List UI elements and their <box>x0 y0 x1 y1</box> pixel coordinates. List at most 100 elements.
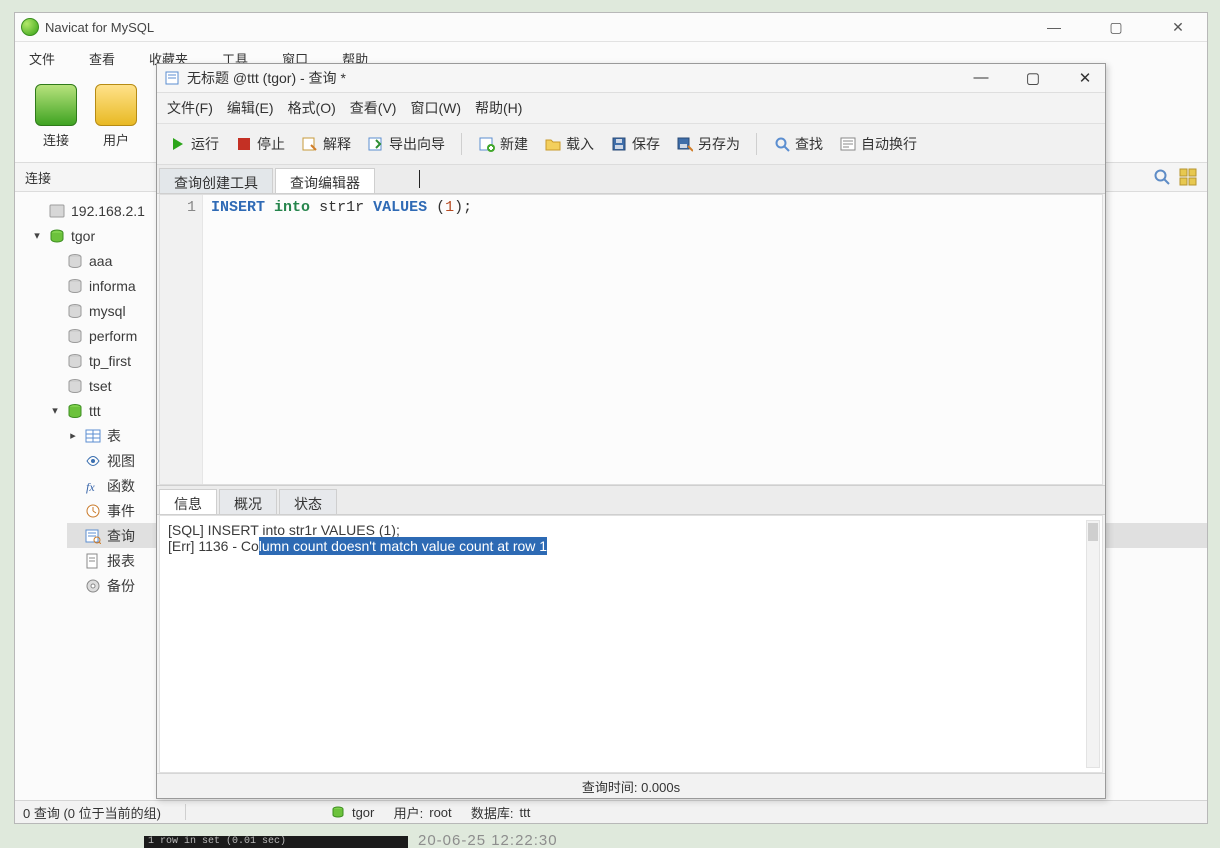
function-icon: fx <box>85 478 101 494</box>
status-db: ttt <box>520 805 531 820</box>
svg-text:fx: fx <box>86 480 95 494</box>
db-label: informa <box>89 278 136 294</box>
search-icon <box>773 135 791 153</box>
sql-editor[interactable]: 1 INSERT into str1r VALUES (1); <box>159 194 1103 485</box>
database-icon <box>67 303 83 319</box>
db-label: ttt <box>89 403 101 419</box>
run-button[interactable]: 运行 <box>165 132 223 156</box>
expander-icon[interactable]: ▾ <box>49 404 61 417</box>
scrollbar-thumb[interactable] <box>1088 523 1098 541</box>
child-menu-help[interactable]: 帮助(H) <box>475 98 522 118</box>
child-title-text: 无标题 @ttt (tgor) - 查询 * <box>187 68 969 88</box>
expander-icon[interactable]: ▸ <box>67 429 79 442</box>
reports-label: 报表 <box>107 551 135 571</box>
child-menu-format[interactable]: 格式(O) <box>288 98 336 118</box>
result-area: 信息 概况 状态 [SQL] INSERT into str1r VALUES … <box>157 485 1105 773</box>
tab-query-builder[interactable]: 查询创建工具 <box>159 168 273 193</box>
stop-button[interactable]: 停止 <box>231 132 289 156</box>
query-window: 无标题 @ttt (tgor) - 查询 * — ▢ ✕ 文件(F) 编辑(E)… <box>156 63 1106 799</box>
connection-label: 连接 <box>43 130 69 149</box>
result-tabs: 信息 概况 状态 <box>157 485 1105 515</box>
backup-icon <box>85 578 101 594</box>
save-button[interactable]: 保存 <box>606 132 664 156</box>
events-label: 事件 <box>107 501 135 521</box>
query-window-icon <box>165 70 181 86</box>
status-server: tgor <box>352 805 374 820</box>
child-maximize-button[interactable]: ▢ <box>1021 69 1045 87</box>
db-label: tp_first <box>89 353 131 369</box>
status-bar: 0 查询 (0 位于当前的组) tgor 用户: root 数据库: ttt <box>15 800 1207 823</box>
play-icon <box>169 135 187 153</box>
maximize-button[interactable]: ▢ <box>1097 19 1135 36</box>
app-icon <box>21 18 39 36</box>
result-tab-status[interactable]: 状态 <box>279 489 337 514</box>
table-icon <box>85 428 101 444</box>
title-bar: Navicat for MySQL — ▢ ✕ <box>15 13 1207 42</box>
export-icon <box>367 135 385 153</box>
user-label: 用户 <box>103 130 129 149</box>
result-scrollbar[interactable] <box>1086 520 1100 768</box>
panel-label: 连接 <box>25 168 51 187</box>
explain-icon <box>301 135 319 153</box>
tables-label: 表 <box>107 426 121 446</box>
tab-query-editor[interactable]: 查询编辑器 <box>275 168 375 193</box>
child-close-button[interactable]: ✕ <box>1073 69 1097 87</box>
close-button[interactable]: ✕ <box>1159 19 1197 36</box>
server-active-icon <box>330 804 346 820</box>
host-label: 192.168.2.1 <box>71 203 145 219</box>
child-status-bar: 查询时间: 0.000s <box>157 773 1105 798</box>
export-button[interactable]: 导出向导 <box>363 132 449 156</box>
load-button[interactable]: 载入 <box>540 132 598 156</box>
backups-label: 备份 <box>107 576 135 596</box>
database-icon <box>67 328 83 344</box>
editor-content[interactable]: INSERT into str1r VALUES (1); <box>203 195 480 484</box>
find-button[interactable]: 查找 <box>769 132 827 156</box>
view-icon <box>85 453 101 469</box>
connection-button[interactable]: 连接 <box>35 84 77 156</box>
desktop-timestamp: 20-06-25 12:22:30 <box>418 832 558 848</box>
child-title-bar: 无标题 @ttt (tgor) - 查询 * — ▢ ✕ <box>157 64 1105 93</box>
server-icon <box>49 203 65 219</box>
search-icon[interactable] <box>1153 168 1171 186</box>
plug-icon <box>35 84 77 126</box>
saveas-button[interactable]: 另存为 <box>672 132 744 156</box>
database-icon <box>67 378 83 394</box>
result-sql-line: [SQL] INSERT into str1r VALUES (1); <box>168 522 1094 538</box>
wrap-button[interactable]: 自动换行 <box>835 132 921 156</box>
event-icon <box>85 503 101 519</box>
new-button[interactable]: 新建 <box>474 132 532 156</box>
db-label: aaa <box>89 253 112 269</box>
folder-icon <box>544 135 562 153</box>
child-menu-view[interactable]: 查看(V) <box>350 98 397 118</box>
editor-tabs: 查询创建工具 查询编辑器 <box>157 165 1105 194</box>
views-label: 视图 <box>107 451 135 471</box>
child-menu-file[interactable]: 文件(F) <box>167 98 213 118</box>
editor-gutter: 1 <box>160 195 203 484</box>
menu-file[interactable]: 文件 <box>29 49 55 68</box>
child-minimize-button[interactable]: — <box>969 69 993 87</box>
result-text[interactable]: [SQL] INSERT into str1r VALUES (1); [Err… <box>159 515 1103 773</box>
expander-icon[interactable]: ▾ <box>31 229 43 242</box>
child-menu-edit[interactable]: 编辑(E) <box>227 98 274 118</box>
database-icon <box>67 353 83 369</box>
grid-icon[interactable] <box>1179 168 1197 186</box>
child-menu: 文件(F) 编辑(E) 格式(O) 查看(V) 窗口(W) 帮助(H) <box>157 93 1105 123</box>
status-left: 0 查询 (0 位于当前的组) <box>23 803 161 822</box>
query-icon <box>85 528 101 544</box>
menu-view[interactable]: 查看 <box>89 49 115 68</box>
save-icon <box>610 135 628 153</box>
db-label: mysql <box>89 303 126 319</box>
query-time-label: 查询时间: 0.000s <box>582 777 680 796</box>
wrap-icon <box>839 135 857 153</box>
status-db-label: 数据库: <box>471 803 514 822</box>
database-icon <box>67 278 83 294</box>
new-icon <box>478 135 496 153</box>
result-tab-info[interactable]: 信息 <box>159 489 217 514</box>
explain-button[interactable]: 解释 <box>297 132 355 156</box>
user-button[interactable]: 用户 <box>95 84 137 156</box>
result-tab-summary[interactable]: 概况 <box>219 489 277 514</box>
child-menu-window[interactable]: 窗口(W) <box>410 98 461 118</box>
minimize-button[interactable]: — <box>1035 19 1073 36</box>
desktop-fragment: 1 row in set (0.01 sec) <box>144 836 408 848</box>
database-icon <box>67 253 83 269</box>
